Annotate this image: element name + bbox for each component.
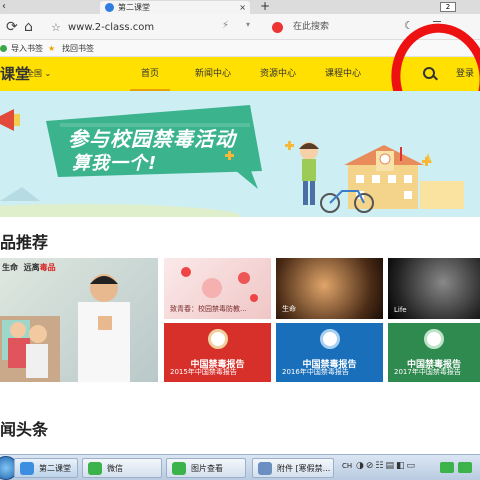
hero-caption-a: 生命	[2, 263, 18, 272]
featured-hero-card[interactable]: 生命 远离毒品	[0, 258, 158, 382]
card-life-amber-label: 生命	[282, 305, 296, 313]
new-tab-icon[interactable]: +	[260, 0, 270, 13]
site-favicon-icon	[105, 3, 114, 12]
home-icon[interactable]: ⌂	[24, 19, 33, 35]
tray-extra-icon-2[interactable]	[458, 462, 472, 473]
bookmark-recover[interactable]: 找回书签	[62, 40, 94, 57]
nav-courses[interactable]: 课程中心	[318, 57, 368, 91]
tab-active-title: 第二课堂	[118, 3, 150, 12]
section-news-title: 闻头条	[0, 420, 49, 439]
image-viewer-icon	[172, 462, 186, 475]
chevron-down-icon: ⌄	[44, 69, 52, 78]
find-bookmark-icon: ★	[48, 44, 56, 53]
browser-icon	[20, 462, 34, 475]
bookmark-import[interactable]: 导入书签	[11, 40, 43, 57]
search-field[interactable]: 在此搜索	[268, 19, 398, 36]
import-bookmark-icon	[0, 45, 7, 52]
banner-line1: 参与校园禁毒活动	[68, 127, 236, 151]
hero-caption-c: 毒品	[39, 263, 56, 272]
url-text: www.2-class.com	[68, 22, 155, 33]
task-attachment-label: 附件 [寒假禁...	[277, 464, 331, 473]
nav-home[interactable]: 首页	[130, 57, 170, 91]
card-report-2015[interactable]: 中国禁毒报告 2015年中国禁毒报告	[164, 323, 271, 382]
card-youth-label: 致青春：校园禁毒防教...	[170, 305, 247, 313]
star-icon[interactable]: ☆	[51, 19, 61, 36]
tab-count-badge[interactable]: 2	[440, 2, 456, 12]
url-field[interactable]: ☆ www.2-class.com	[48, 19, 206, 36]
hero-caption-b: 远离	[23, 263, 40, 272]
card-life-dark-label: Life	[394, 306, 407, 314]
card-report-2016-label: 2016年中国禁毒报告	[282, 368, 349, 376]
task-wechat[interactable]: 微信	[82, 458, 162, 478]
tray-extra-icon[interactable]	[440, 462, 454, 473]
task-browser[interactable]: 第二课堂	[14, 458, 78, 478]
search-engine-icon[interactable]	[272, 22, 283, 33]
lightning-icon[interactable]: ⚡	[222, 20, 229, 31]
back-icon[interactable]: ‹	[2, 1, 6, 12]
report-emblem-icon	[424, 329, 444, 349]
task-image-viewer[interactable]: 图片查看	[166, 458, 246, 478]
hero-caption: 生命 远离毒品	[2, 262, 56, 273]
card-report-2015-label: 2015年中国禁毒报告	[170, 368, 237, 376]
task-wechat-label: 微信	[107, 464, 123, 473]
report-emblem-icon	[320, 329, 340, 349]
close-tab-icon[interactable]: ×	[239, 1, 246, 14]
tray-icons: ◑⊘☷▤◧▭	[356, 461, 417, 471]
region-label: 全国	[26, 69, 42, 78]
nav-resources[interactable]: 资源中心	[253, 57, 303, 91]
card-life-amber[interactable]: 生命	[276, 258, 383, 319]
hero-people-illustration	[0, 274, 130, 382]
section-featured-title: 品推荐	[0, 233, 49, 252]
card-report-2017-label: 2017年中国禁毒报告	[394, 368, 461, 376]
task-browser-label: 第二课堂	[39, 464, 71, 473]
nav-news[interactable]: 新闻中心	[188, 57, 238, 91]
document-icon	[258, 462, 272, 475]
refresh-icon[interactable]: ⟳	[6, 19, 18, 35]
wechat-icon	[88, 462, 102, 475]
report-emblem-icon	[208, 329, 228, 349]
task-image-viewer-label: 图片查看	[191, 464, 223, 473]
hero-banner[interactable]: 参与校园禁毒活动 算我一个!	[0, 91, 480, 217]
card-youth[interactable]: 致青春：校园禁毒防教...	[164, 258, 271, 319]
megaphone-icon	[0, 109, 20, 131]
card-life-dark[interactable]: Life	[388, 258, 480, 319]
dropdown-icon[interactable]: ▾	[246, 20, 250, 29]
input-method-indicator[interactable]: CH	[342, 462, 352, 470]
search-placeholder: 在此搜索	[293, 22, 330, 32]
card-report-2017[interactable]: 中国禁毒报告 2017年中国禁毒报告	[388, 323, 480, 382]
banner-line2: 算我一个!	[72, 153, 158, 174]
card-report-2016[interactable]: 中国禁毒报告 2016年中国禁毒报告	[276, 323, 383, 382]
task-attachment[interactable]: 附件 [寒假禁...	[252, 458, 334, 478]
taskbar: 第二课堂 微信 图片查看 附件 [寒假禁... CH ◑⊘☷▤◧▭	[0, 454, 480, 480]
tab-active[interactable]: 第二课堂 ×	[100, 1, 250, 14]
region-selector[interactable]: 全国 ⌄	[26, 68, 51, 79]
browser-tab-bar: ‹ 第二课堂 × + 2	[0, 0, 480, 14]
